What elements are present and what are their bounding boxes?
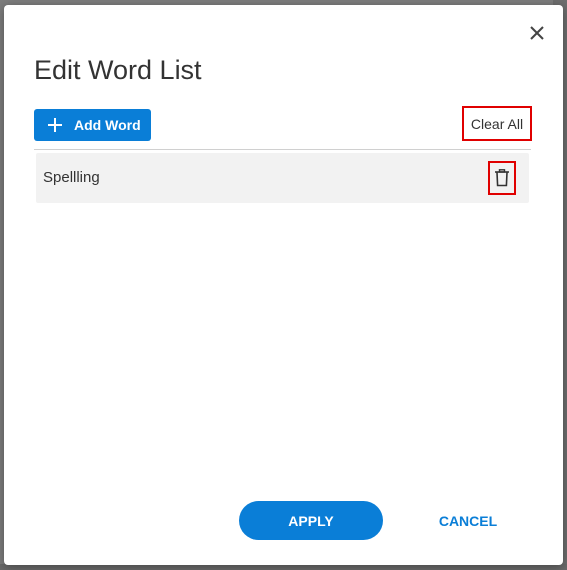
add-word-label: Add Word xyxy=(74,117,141,133)
cancel-button[interactable]: CANCEL xyxy=(430,501,506,540)
delete-word-button[interactable] xyxy=(488,161,516,195)
close-icon xyxy=(530,26,544,40)
word-list-item: Spellling xyxy=(36,153,529,203)
cancel-label: CANCEL xyxy=(438,512,498,529)
apply-button[interactable]: APPLY xyxy=(239,501,383,540)
trash-icon xyxy=(495,169,509,187)
word-text: Spellling xyxy=(43,169,100,186)
divider xyxy=(34,149,531,150)
apply-label: APPLY xyxy=(288,512,334,529)
add-word-button[interactable]: Add Word xyxy=(34,109,151,141)
clear-all-button[interactable]: Clear All xyxy=(462,106,532,141)
clear-all-label: Clear All xyxy=(470,115,524,132)
close-button[interactable] xyxy=(526,22,548,44)
edit-word-list-dialog: Edit Word List Add Word Clear All Spelll… xyxy=(4,5,563,565)
dialog-title: Edit Word List xyxy=(34,55,202,85)
plus-icon xyxy=(48,118,62,132)
